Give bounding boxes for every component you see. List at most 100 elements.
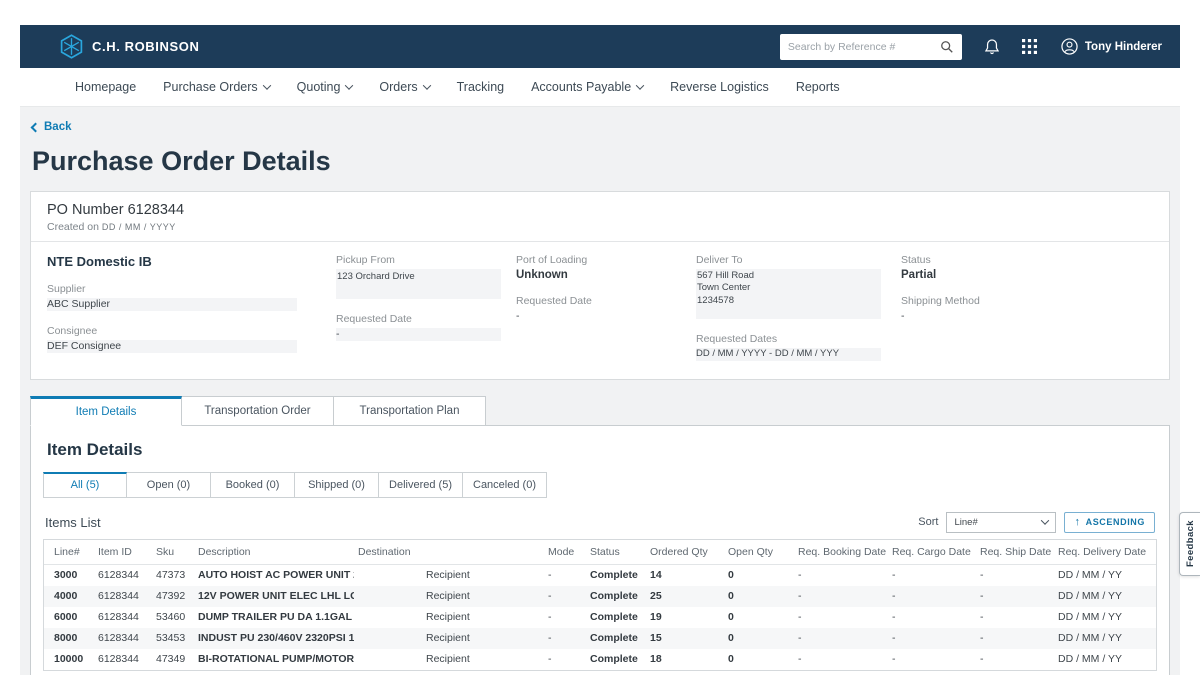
cell-ordered-qty: 15 bbox=[646, 632, 724, 644]
column-header[interactable]: Line# bbox=[44, 546, 94, 558]
column-header[interactable]: Req. Cargo Date bbox=[888, 546, 976, 558]
nav-item-label: Accounts Payable bbox=[531, 80, 631, 94]
cell-open-qty: 0 bbox=[724, 653, 794, 665]
nav-item[interactable]: Reverse Logistics bbox=[670, 80, 769, 94]
search-input[interactable] bbox=[788, 41, 940, 53]
sort-select[interactable]: Line# bbox=[946, 512, 1056, 533]
column-header[interactable]: Destination bbox=[354, 546, 544, 558]
notifications-bell-icon[interactable] bbox=[984, 38, 1000, 55]
column-header[interactable]: Req. Delivery Date bbox=[1054, 546, 1156, 558]
item-details-panel: Item Details All (5) Open (0) Booked (0) bbox=[30, 425, 1170, 675]
column-header[interactable]: Req. Booking Date bbox=[794, 546, 888, 558]
cell-req-delivery-date: DD / MM / YY bbox=[1054, 590, 1156, 602]
cell-open-qty: 0 bbox=[724, 632, 794, 644]
detail-tabs: Item Details Transportation Order Transp… bbox=[30, 396, 1170, 426]
status-filter-label: Open (0) bbox=[147, 479, 190, 491]
column-header[interactable]: Description bbox=[194, 546, 354, 558]
reference-search[interactable] bbox=[780, 34, 962, 60]
tab-label: Transportation Order bbox=[204, 405, 310, 417]
nav-item[interactable]: Orders bbox=[379, 80, 429, 94]
nav-item[interactable]: Reports bbox=[796, 80, 840, 94]
cell-item-id: 6128344 bbox=[94, 590, 152, 602]
table-row[interactable]: 3000 6128344 47373 AUTO HOIST AC POWER U… bbox=[44, 565, 1156, 586]
cell-description: DUMP TRAILER PU DA 1.1GAL TANK bbox=[194, 611, 354, 623]
status-filter-tab[interactable]: Open (0) bbox=[127, 472, 211, 498]
column-header[interactable]: Mode bbox=[544, 546, 586, 558]
cell-sku: 47373 bbox=[152, 569, 194, 581]
sort-direction-button[interactable]: ↑ ASCENDING bbox=[1064, 512, 1155, 533]
cell-status: Complete bbox=[586, 611, 646, 623]
tab[interactable]: Transportation Order bbox=[182, 396, 334, 426]
search-icon[interactable] bbox=[940, 40, 954, 54]
table-row[interactable]: 8000 6128344 53453 INDUST PU 230/460V 23… bbox=[44, 628, 1156, 649]
column-header[interactable]: Item ID bbox=[94, 546, 152, 558]
chevron-down-icon bbox=[422, 81, 430, 89]
cell-req-cargo-date: - bbox=[888, 632, 976, 644]
po-details-grid: NTE Domestic IB Supplier ABC Supplier Co… bbox=[31, 242, 1169, 379]
section-title: Item Details bbox=[47, 440, 1157, 460]
po-col-status: Status Partial Shipping Method - bbox=[901, 254, 1153, 361]
deliver-requested-dates-value: DD / MM / YYYY - DD / MM / YYY bbox=[696, 348, 881, 361]
cell-description: INDUST PU 230/460V 2320PSI 15 bbox=[194, 632, 354, 644]
deliver-requested-dates-label: Requested Dates bbox=[696, 333, 901, 345]
column-header[interactable]: Status bbox=[586, 546, 646, 558]
table-row[interactable]: 10000 6128344 47349 BI-ROTATIONAL PUMP/M… bbox=[44, 649, 1156, 670]
status-filter-tab[interactable]: Booked (0) bbox=[211, 472, 295, 498]
nav-item-label: Tracking bbox=[457, 80, 504, 94]
cell-req-booking-date: - bbox=[794, 632, 888, 644]
items-list-header: Items List Sort Line# ↑ ASCENDING bbox=[45, 512, 1155, 533]
cell-sku: 53460 bbox=[152, 611, 194, 623]
cell-req-ship-date: - bbox=[976, 653, 1054, 665]
tab[interactable]: Item Details bbox=[30, 396, 182, 426]
nav-item[interactable]: Purchase Orders bbox=[163, 80, 269, 94]
cell-item-id: 6128344 bbox=[94, 569, 152, 581]
back-link[interactable]: Back bbox=[32, 121, 72, 133]
nav-item[interactable]: Quoting bbox=[297, 80, 353, 94]
brand-logo[interactable]: C.H. ROBINSON bbox=[60, 34, 199, 59]
cell-req-ship-date: - bbox=[976, 611, 1054, 623]
consignee-label: Consignee bbox=[47, 325, 336, 337]
nav-item-label: Reverse Logistics bbox=[670, 80, 769, 94]
cell-line-number: 6000 bbox=[44, 611, 94, 623]
cell-destination: Recipient bbox=[354, 590, 544, 602]
cell-description: AUTO HOIST AC POWER UNIT 230V bbox=[194, 569, 354, 581]
port-requested-date-value: - bbox=[516, 310, 696, 322]
main-content: Back Purchase Order Details PO Number 61… bbox=[20, 107, 1180, 675]
chevron-left-icon bbox=[31, 122, 41, 132]
table-row[interactable]: 6000 6128344 53460 DUMP TRAILER PU DA 1.… bbox=[44, 607, 1156, 628]
tab[interactable]: Transportation Plan bbox=[334, 396, 486, 426]
cell-req-booking-date: - bbox=[794, 590, 888, 602]
deliver-to-label: Deliver To bbox=[696, 254, 901, 266]
nav-item-label: Orders bbox=[379, 80, 417, 94]
cell-req-ship-date: - bbox=[976, 632, 1054, 644]
status-label: Status bbox=[901, 254, 1153, 266]
column-header[interactable]: Ordered Qty bbox=[646, 546, 724, 558]
nav-item-label: Reports bbox=[796, 80, 840, 94]
po-col-parties: NTE Domestic IB Supplier ABC Supplier Co… bbox=[47, 254, 336, 361]
feedback-button[interactable]: Feedback bbox=[1179, 512, 1200, 576]
port-requested-date-label: Requested Date bbox=[516, 295, 696, 307]
user-menu[interactable]: Tony Hinderer bbox=[1061, 38, 1162, 55]
status-filter-tab[interactable]: Shipped (0) bbox=[295, 472, 379, 498]
pickup-requested-date-label: Requested Date bbox=[336, 313, 516, 325]
status-filter-label: Delivered (5) bbox=[389, 479, 452, 491]
column-header[interactable]: Open Qty bbox=[724, 546, 794, 558]
column-header[interactable]: Sku bbox=[152, 546, 194, 558]
cell-req-delivery-date: DD / MM / YY bbox=[1054, 653, 1156, 665]
status-filter-tab[interactable]: Delivered (5) bbox=[379, 472, 463, 498]
nav-item[interactable]: Homepage bbox=[75, 80, 136, 94]
sort-selected-value: Line# bbox=[954, 517, 977, 528]
pickup-requested-date-value: - bbox=[336, 328, 501, 341]
nav-item[interactable]: Tracking bbox=[457, 80, 504, 94]
apps-grid-icon[interactable] bbox=[1022, 39, 1037, 54]
items-list-title: Items List bbox=[45, 515, 101, 530]
column-header[interactable]: Req. Ship Date bbox=[976, 546, 1054, 558]
table-row[interactable]: 4000 6128344 47392 12V POWER UNIT ELEC L… bbox=[44, 586, 1156, 607]
status-filter-tab[interactable]: Canceled (0) bbox=[463, 472, 547, 498]
nav-item[interactable]: Accounts Payable bbox=[531, 80, 643, 94]
cell-mode: - bbox=[544, 632, 586, 644]
sort-direction-label: ASCENDING bbox=[1086, 517, 1145, 527]
app-frame: C.H. ROBINSON bbox=[20, 25, 1180, 675]
status-filter-tab[interactable]: All (5) bbox=[43, 472, 127, 498]
nav-item-label: Quoting bbox=[297, 80, 341, 94]
